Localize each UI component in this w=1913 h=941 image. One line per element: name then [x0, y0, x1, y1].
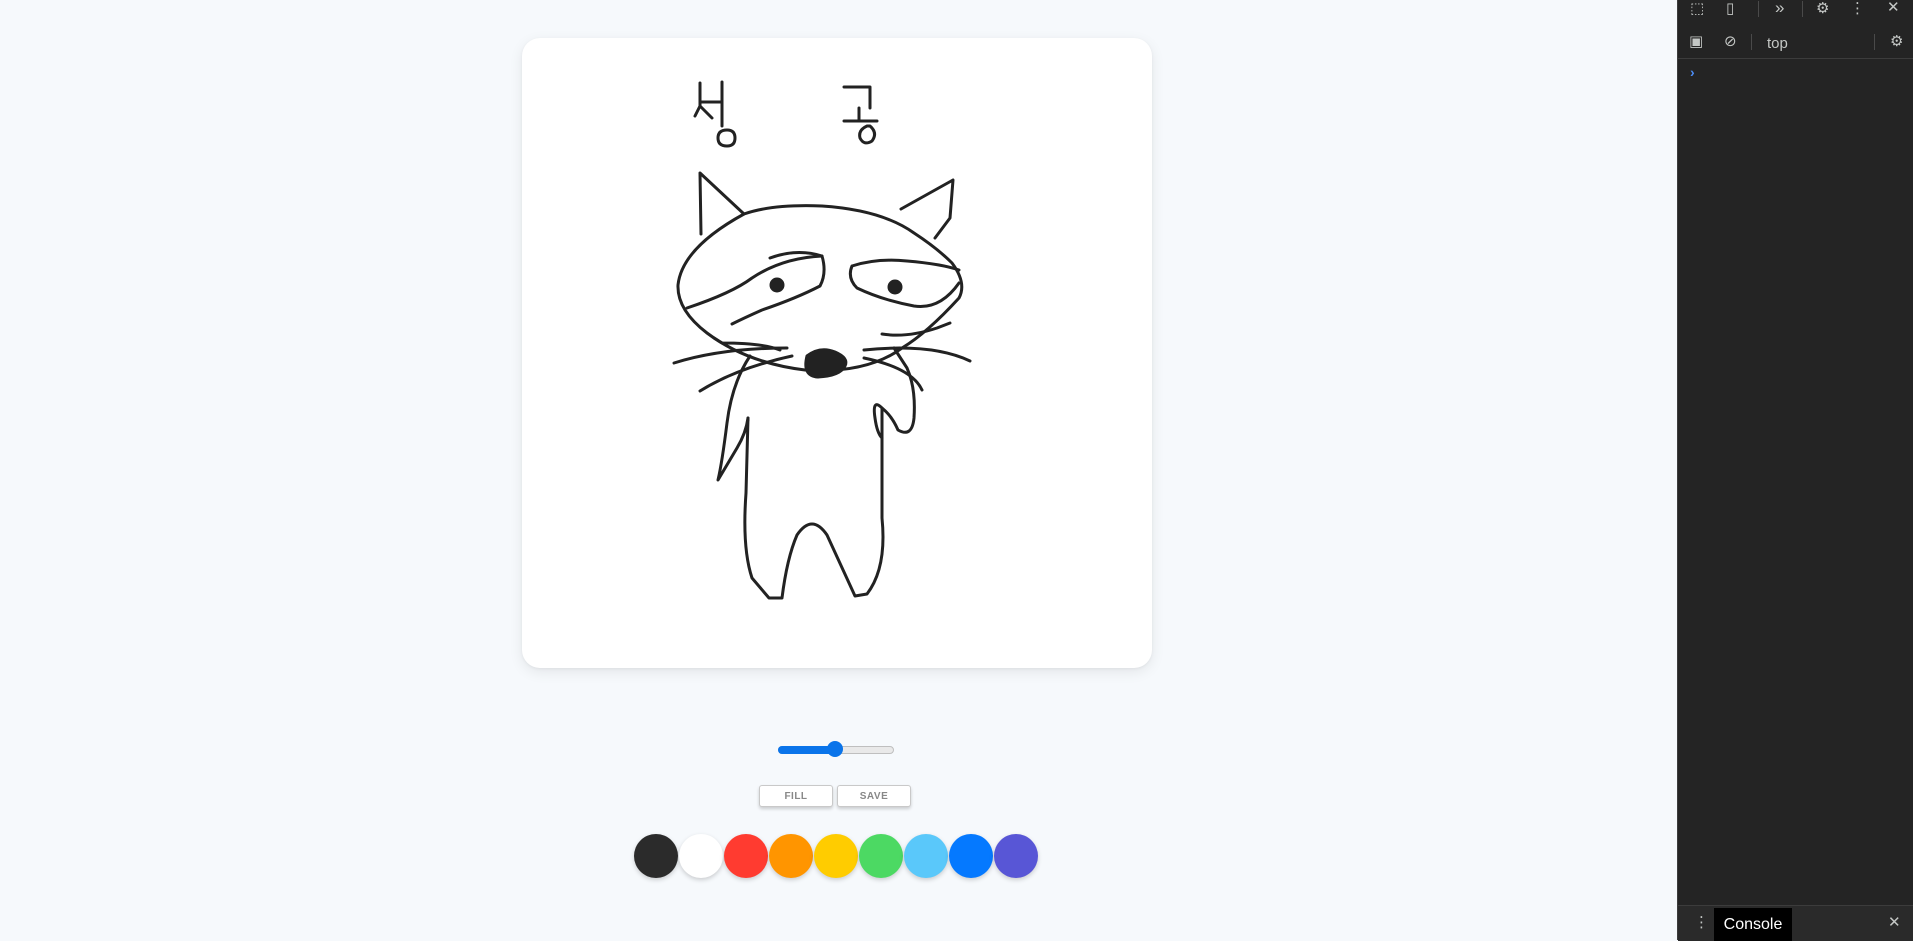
save-button[interactable]: SAVE: [837, 785, 911, 807]
swatch-red[interactable]: [724, 834, 768, 878]
swatch-yellow[interactable]: [814, 834, 858, 878]
swatch-green[interactable]: [859, 834, 903, 878]
console-settings-icon[interactable]: ⚙: [1890, 34, 1903, 49]
brush-size-slider[interactable]: [778, 740, 894, 760]
devtools-drawer: ⋮ Console ✕: [1678, 905, 1913, 941]
drawing-app: FILL SAVE: [0, 0, 1677, 940]
swatch-blue[interactable]: [949, 834, 993, 878]
drawing-svg: [672, 80, 972, 600]
drawing-canvas[interactable]: [522, 38, 1152, 668]
raccoon-drawing: [672, 171, 972, 600]
slider-thumb[interactable]: [827, 741, 843, 757]
hangul-char-seong: [693, 80, 737, 148]
context-selector[interactable]: top: [1767, 35, 1788, 52]
swatch-black[interactable]: [634, 834, 678, 878]
fill-button[interactable]: FILL: [759, 785, 833, 807]
sidebar-toggle-icon[interactable]: ▣: [1689, 34, 1703, 49]
more-tabs-icon[interactable]: »: [1775, 0, 1784, 16]
console-prompt-icon[interactable]: ›: [1690, 64, 1695, 80]
device-toggle-icon[interactable]: ▯: [1726, 1, 1734, 16]
swatch-purple[interactable]: [994, 834, 1038, 878]
settings-icon[interactable]: ⚙: [1816, 1, 1829, 16]
inspect-icon[interactable]: ⬚: [1690, 1, 1704, 16]
kebab-menu-icon[interactable]: ⋮: [1850, 1, 1865, 16]
drawer-menu-icon[interactable]: ⋮: [1694, 915, 1709, 930]
color-palette: [634, 834, 1039, 878]
devtools-panel: ⬚ ▯ » ⚙ ⋮ ✕ ▣ ⊘ ⚙ top › ⋮ Console ✕: [1677, 0, 1913, 941]
action-buttons: FILL SAVE: [759, 785, 911, 807]
close-icon[interactable]: ✕: [1887, 0, 1900, 15]
devtools-top-toolbar: ⬚ ▯ » ⚙ ⋮ ✕: [1678, 0, 1913, 20]
drawer-close-icon[interactable]: ✕: [1888, 915, 1901, 930]
swatch-light-blue[interactable]: [904, 834, 948, 878]
swatch-orange[interactable]: [769, 834, 813, 878]
hangul-char-gong: [842, 85, 879, 145]
toolbar-divider: [1802, 1, 1803, 17]
swatch-white[interactable]: [679, 834, 723, 878]
toolbar-divider: [1758, 1, 1759, 17]
toolbar-divider: [1874, 34, 1875, 50]
clear-console-icon[interactable]: ⊘: [1724, 34, 1737, 49]
toolbar-divider: [1751, 34, 1752, 50]
tab-console[interactable]: Console: [1714, 908, 1792, 941]
console-toolbar: ▣ ⊘ ⚙: [1678, 26, 1913, 59]
